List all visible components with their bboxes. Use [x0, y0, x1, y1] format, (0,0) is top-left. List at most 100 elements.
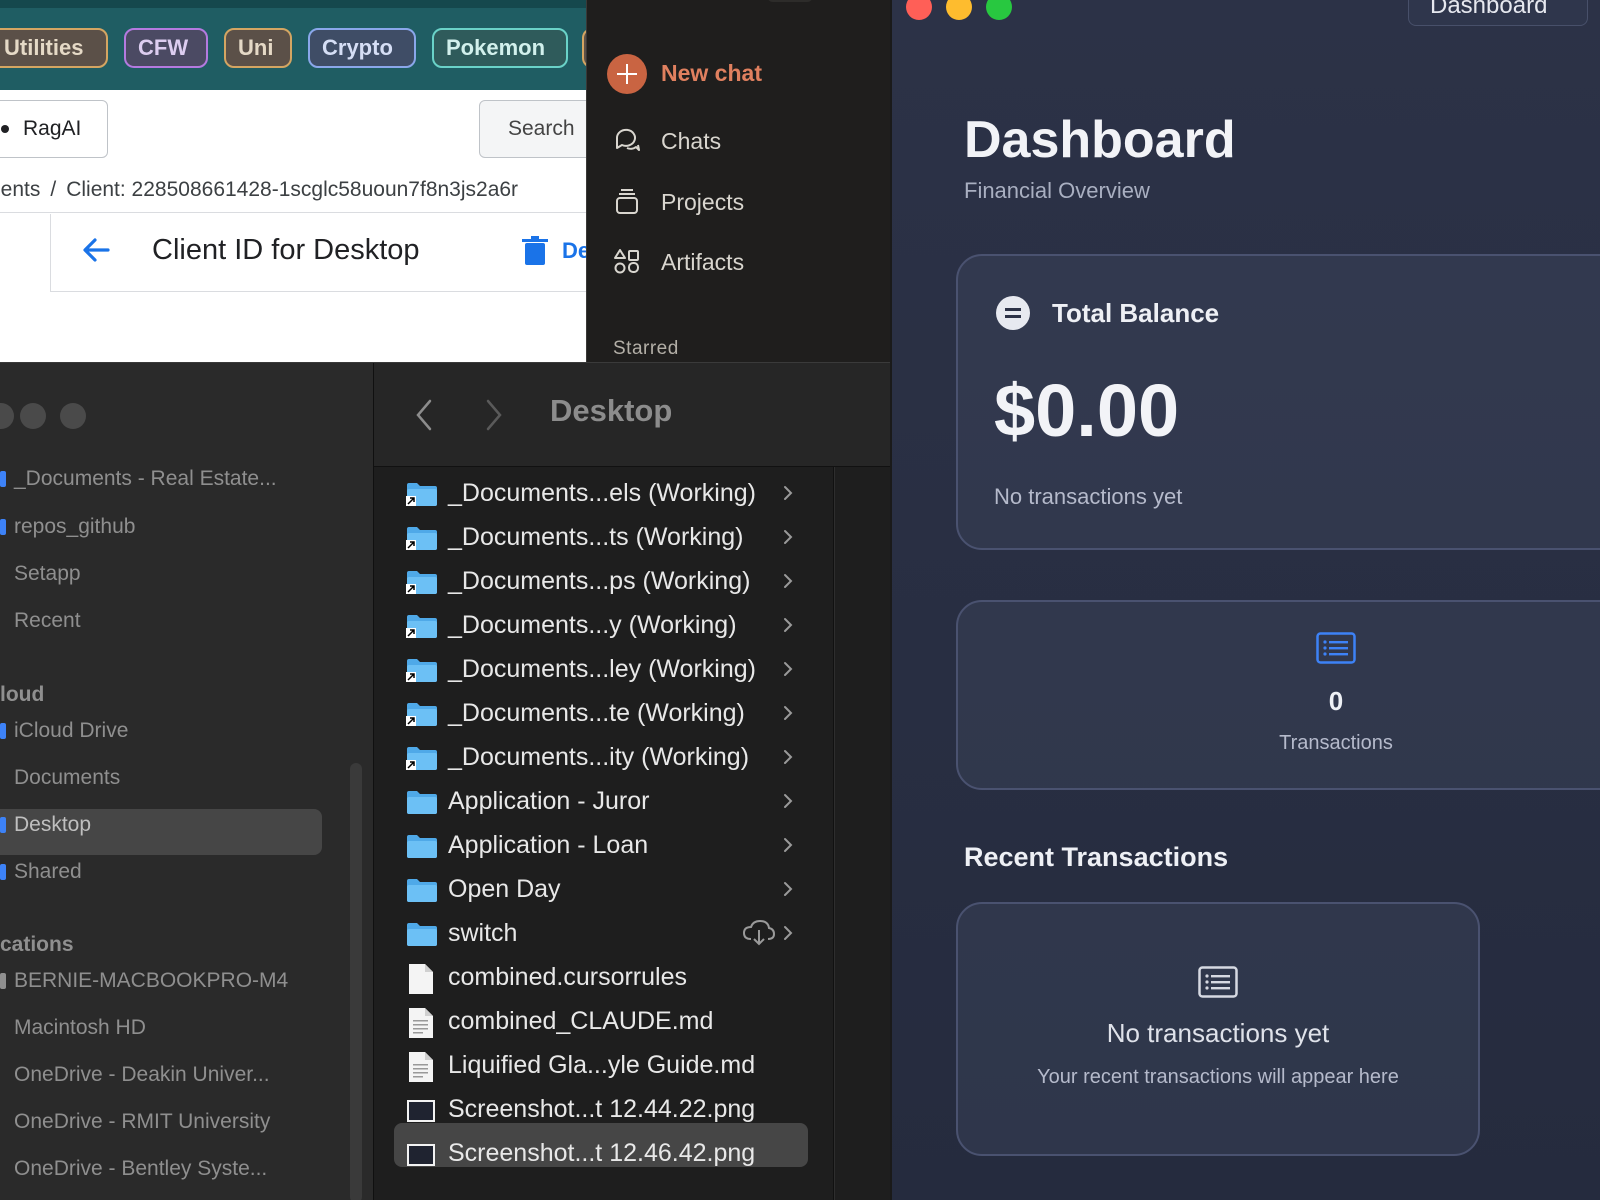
list-icon: [1316, 632, 1356, 664]
folder-icon: [406, 615, 437, 638]
chevron-right-icon: [784, 530, 793, 544]
bookmark-crypto[interactable]: Crypto: [308, 28, 416, 68]
folder-icon: [407, 879, 437, 902]
project-selector-label: RagAI: [23, 117, 82, 140]
laptop-icon: [0, 973, 6, 989]
page-title: Client ID for Desktop: [152, 234, 420, 266]
sidebar-item-icloud-drive[interactable]: iCloud Drive: [14, 719, 128, 743]
file-name: _Documents...ity (Working): [448, 743, 750, 771]
folder-row[interactable]: Application - Loan: [394, 827, 808, 867]
empty-state-title: No transactions yet: [1106, 1018, 1330, 1048]
sidebar-item-macintosh-hd[interactable]: Macintosh HD: [14, 1016, 146, 1040]
file-row[interactable]: combined.cursorrules: [394, 959, 808, 999]
sidebar-item-artifacts[interactable]: Artifacts: [661, 249, 744, 276]
chevron-right-icon: [784, 486, 793, 500]
sidebar-item-documents-real-estate[interactable]: _Documents - Real Estate...: [14, 467, 277, 491]
file-row[interactable]: Screenshot...t 12.44.22.png: [394, 1091, 808, 1131]
sidebar-item-recent[interactable]: Recent: [14, 609, 81, 633]
new-chat-button[interactable]: New chat: [661, 60, 762, 87]
sidebar-section-locations[interactable]: cations: [0, 933, 74, 957]
chat-bubbles-icon: [615, 128, 640, 151]
sidebar-item-setapp[interactable]: Setapp: [14, 562, 81, 586]
file-name: Liquified Gla...yle Guide.md: [448, 1051, 756, 1079]
folder-row[interactable]: _Documents...ley (Working): [394, 651, 808, 691]
bookmark-utilities[interactable]: Utilities: [0, 28, 108, 68]
zoom-window-button[interactable]: [60, 403, 86, 429]
chevron-right-icon: [784, 750, 793, 764]
file-row[interactable]: Liquified Gla...yle Guide.md: [394, 1047, 808, 1087]
zoom-window-button[interactable]: [986, 0, 1012, 20]
file-name: _Documents...ps (Working): [448, 567, 751, 595]
sidebar-item-projects[interactable]: Projects: [661, 189, 744, 216]
folder-row[interactable]: Open Day: [394, 871, 808, 911]
chevron-right-icon: [784, 926, 793, 940]
folder-row[interactable]: _Documents...els (Working): [394, 475, 808, 515]
folder-row[interactable]: _Documents...te (Working): [394, 695, 808, 735]
file-name: _Documents...te (Working): [448, 699, 745, 727]
chevron-left-icon[interactable]: [414, 399, 434, 431]
bookmark-uni[interactable]: Uni: [224, 28, 292, 68]
preview-column: [834, 467, 890, 1200]
breadcrumb: ients / Client: 228508661428-1scglc58uoun7…: [0, 178, 586, 202]
folder-row[interactable]: _Documents...ps (Working): [394, 563, 808, 603]
file-name: Screenshot...t 12.46.42.png: [448, 1139, 756, 1167]
sidebar-item-onedrive-rmit[interactable]: OneDrive - RMIT University: [14, 1110, 270, 1134]
chevron-right-icon[interactable]: [484, 399, 504, 431]
file-name: combined_CLAUDE.md: [448, 1007, 714, 1035]
bookmarks-bar: Utilities CFW Uni Crypto Pokemon: [0, 0, 586, 90]
folder-row[interactable]: Application - Juror: [394, 783, 808, 823]
folder-icon: [406, 659, 437, 682]
sidebar-item-onedrive-bentley[interactable]: OneDrive - Bentley Syste...: [14, 1157, 267, 1181]
chevron-right-icon: [784, 882, 793, 896]
desktop-icon: [0, 817, 6, 833]
breadcrumb-parent[interactable]: ients: [0, 178, 40, 201]
finder-window: _Documents - Real Estate... repos_github…: [0, 362, 890, 1200]
sidebar-section-icloud[interactable]: loud: [0, 683, 44, 707]
folder-icon: [406, 483, 437, 506]
minimize-window-button[interactable]: [946, 0, 972, 20]
close-window-button[interactable]: [0, 403, 14, 429]
file-name: _Documents...ley (Working): [448, 655, 756, 683]
sidebar-item-desktop[interactable]: Desktop: [14, 813, 91, 837]
bookmark-cfw[interactable]: CFW: [124, 28, 208, 68]
sidebar-item-repos-github[interactable]: repos_github: [14, 515, 135, 539]
folder-row[interactable]: _Documents...ts (Working): [394, 519, 808, 559]
file-row[interactable]: Screenshot...t 12.46.42.png: [394, 1135, 808, 1175]
search-button[interactable]: Search: [479, 100, 586, 158]
minimize-window-button[interactable]: [20, 403, 46, 429]
folder-row[interactable]: _Documents...ity (Working): [394, 739, 808, 779]
bookmark-pokemon[interactable]: Pokemon: [432, 28, 568, 68]
divider: [0, 212, 586, 213]
window-handle: [767, 0, 813, 2]
sidebar-item-documents[interactable]: Documents: [14, 766, 120, 790]
plus-icon[interactable]: [607, 54, 647, 94]
file-row[interactable]: combined_CLAUDE.md: [394, 1003, 808, 1043]
balance-icon: [996, 296, 1030, 330]
artifacts-icon: [614, 249, 639, 274]
file-name: Application - Juror: [448, 787, 650, 815]
sidebar-item-chats[interactable]: Chats: [661, 128, 721, 155]
file-name: Screenshot...t 12.44.22.png: [448, 1095, 756, 1123]
file-list: _Documents...els (Working) _Documents...t…: [374, 467, 834, 1200]
starred-section-label: Starred: [613, 338, 679, 359]
trash-icon[interactable]: [522, 236, 548, 266]
back-arrow-icon[interactable]: [78, 232, 114, 268]
sidebar-item-macbook[interactable]: BERNIE-MACBOOKPRO-M4: [14, 969, 288, 993]
finder-title: Desktop: [550, 393, 673, 428]
folder-icon: [406, 527, 437, 550]
delete-button[interactable]: De: [562, 238, 586, 264]
folder-row[interactable]: _Documents...y (Working): [394, 607, 808, 647]
cloud-download-icon[interactable]: [742, 919, 776, 947]
transactions-count: 0: [1328, 686, 1344, 716]
folder-icon: [0, 471, 6, 487]
projects-icon: [616, 189, 638, 214]
folder-row[interactable]: switch: [394, 915, 808, 955]
close-window-button[interactable]: [906, 0, 932, 20]
sidebar-item-onedrive-deakin[interactable]: OneDrive - Deakin Univer...: [14, 1063, 270, 1087]
project-selector-button[interactable]: RagAI: [0, 100, 108, 158]
breadcrumb-separator: /: [50, 178, 57, 201]
balance-note: No transactions yet: [994, 484, 1183, 509]
file-name: _Documents...y (Working): [448, 611, 737, 639]
sidebar-scrollbar[interactable]: [350, 763, 362, 1200]
sidebar-item-shared[interactable]: Shared: [14, 860, 82, 884]
